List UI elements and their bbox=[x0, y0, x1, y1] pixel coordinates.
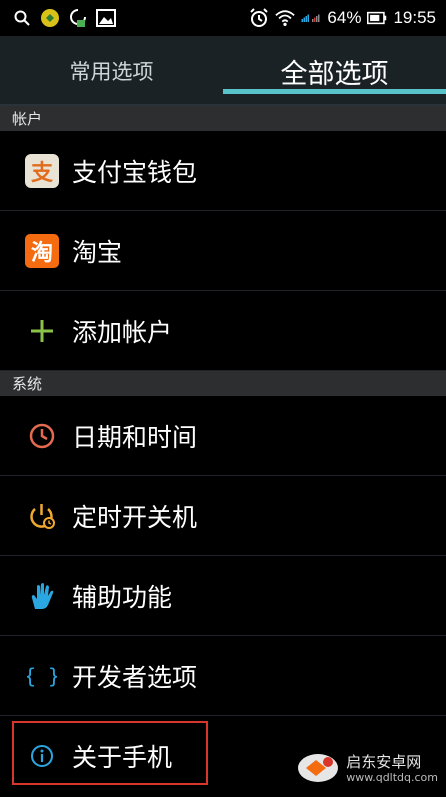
svg-text:淘: 淘 bbox=[31, 240, 53, 266]
list-item-label: 日期和时间 bbox=[72, 422, 198, 452]
taobao-icon: 淘 bbox=[24, 233, 60, 269]
list-item-taobao[interactable]: 淘 淘宝 bbox=[0, 211, 446, 291]
battery-icon bbox=[367, 8, 387, 28]
app-icon bbox=[40, 8, 60, 28]
plus-icon bbox=[24, 313, 60, 349]
list-item-label: 添加帐户 bbox=[72, 317, 173, 347]
list-item-date-time[interactable]: 日期和时间 bbox=[0, 396, 446, 476]
braces-icon: { } bbox=[24, 658, 60, 694]
wifi-icon bbox=[275, 8, 296, 28]
list-item-add-account[interactable]: 添加帐户 bbox=[0, 291, 446, 371]
hand-icon bbox=[24, 578, 60, 614]
list-item-label: 辅助功能 bbox=[72, 582, 173, 612]
alipay-icon: 支 bbox=[24, 153, 60, 189]
status-time: 19:55 bbox=[393, 8, 436, 27]
sync-icon bbox=[68, 8, 88, 28]
watermark: 启东安卓网 www.qdltdq.com bbox=[296, 748, 438, 788]
status-bar: 64% 19:55 bbox=[0, 0, 446, 36]
clock-icon bbox=[24, 418, 60, 454]
tab-all-options[interactable]: 全部选项 bbox=[223, 36, 446, 106]
section-header-accounts: 帐户 bbox=[0, 106, 446, 131]
watermark-logo-icon bbox=[296, 748, 340, 788]
list-item-label: 开发者选项 bbox=[72, 662, 198, 692]
svg-text:{ }: { } bbox=[27, 664, 57, 688]
battery-percent: 64% bbox=[327, 8, 362, 27]
list-item-alipay[interactable]: 支 支付宝钱包 bbox=[0, 131, 446, 211]
alarm-icon bbox=[249, 8, 269, 28]
list-item-label: 淘宝 bbox=[72, 237, 123, 267]
image-icon bbox=[96, 8, 116, 28]
watermark-url: www.qdltdq.com bbox=[346, 770, 438, 784]
list-item-scheduled-power[interactable]: 定时开关机 bbox=[0, 476, 446, 556]
search-icon bbox=[12, 8, 32, 28]
list-item-accessibility[interactable]: 辅助功能 bbox=[0, 556, 446, 636]
tab-common-options[interactable]: 常用选项 bbox=[0, 36, 223, 106]
highlight-box bbox=[12, 721, 208, 785]
watermark-name: 启东安卓网 bbox=[346, 752, 422, 771]
section-header-system: 系统 bbox=[0, 371, 446, 396]
list-item-label: 定时开关机 bbox=[72, 502, 198, 532]
signal-icon bbox=[301, 8, 321, 28]
tab-bar: 常用选项 全部选项 bbox=[0, 36, 446, 106]
power-timer-icon bbox=[24, 498, 60, 534]
svg-text:支: 支 bbox=[31, 161, 54, 186]
list-item-label: 支付宝钱包 bbox=[72, 157, 198, 187]
list-item-developer-options[interactable]: { } 开发者选项 bbox=[0, 636, 446, 716]
